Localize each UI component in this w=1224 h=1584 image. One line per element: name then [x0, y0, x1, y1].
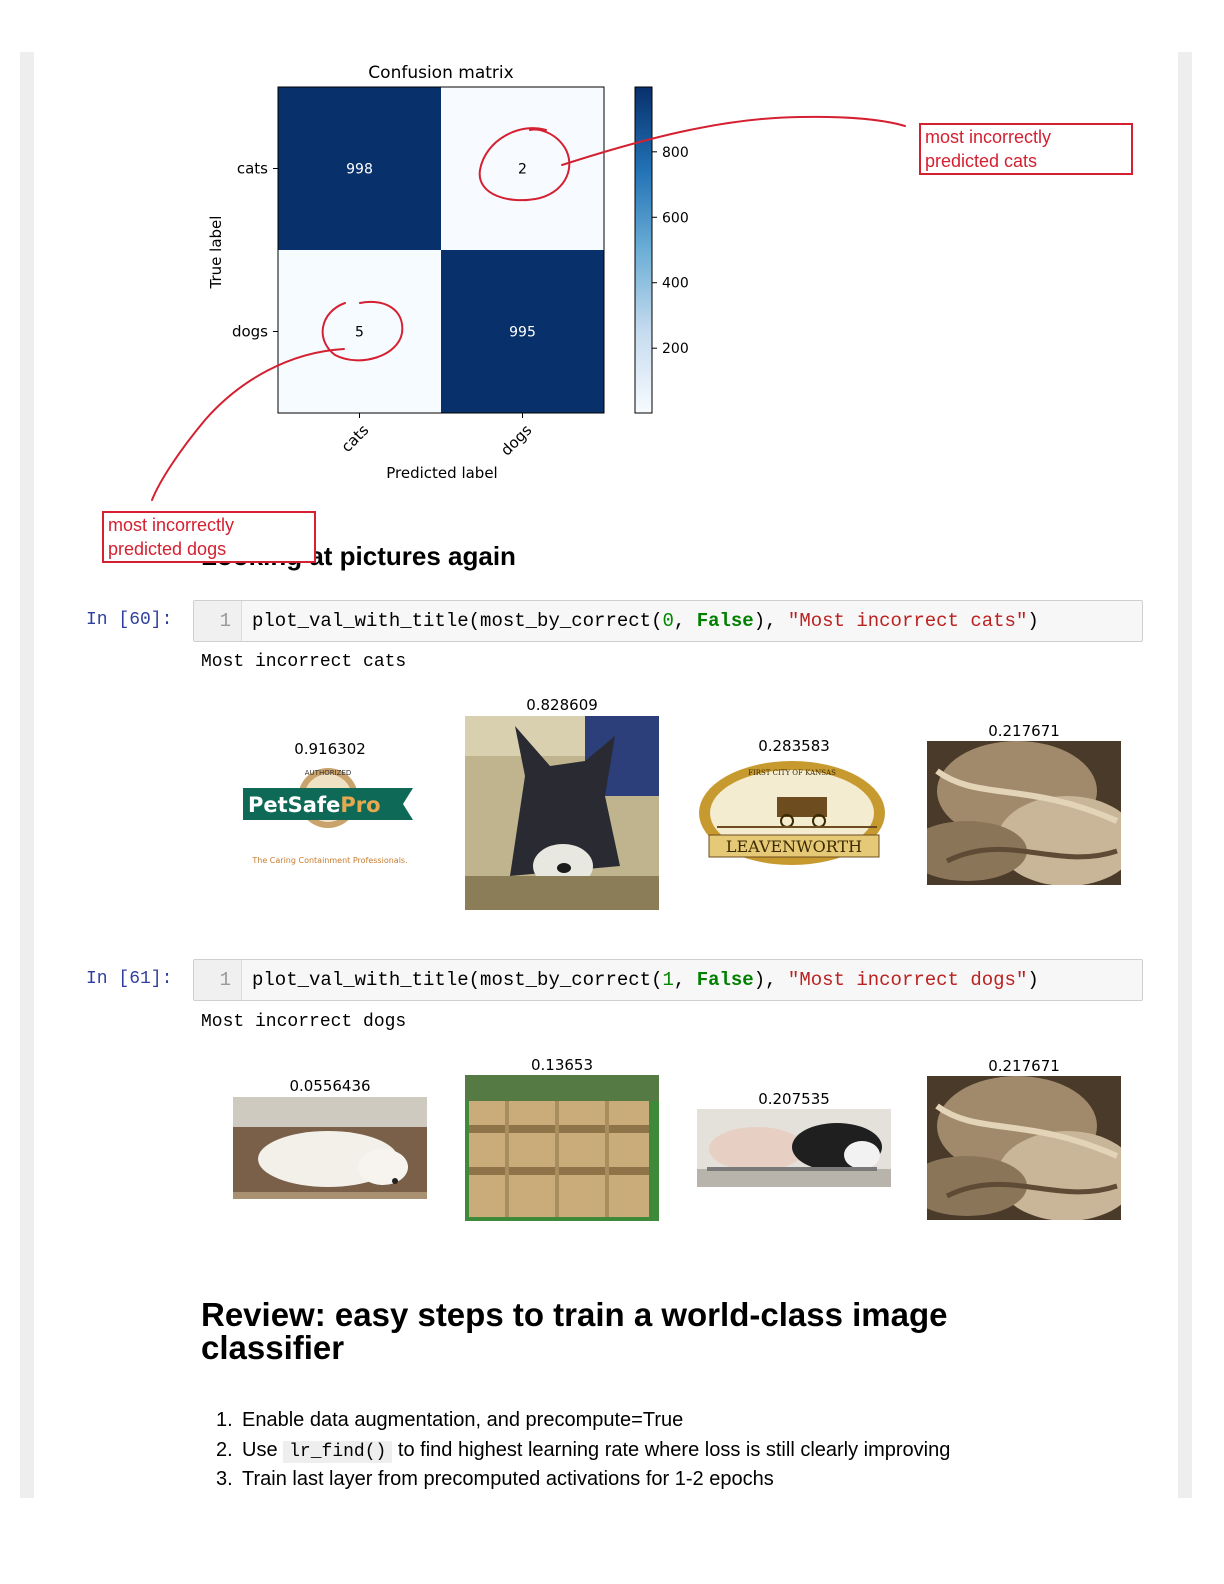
chart-title: Confusion matrix: [368, 63, 513, 83]
line-number: 1: [194, 601, 242, 641]
svg-text:AUTHORIZED: AUTHORIZED: [305, 769, 352, 777]
fur-closeup-photo: [927, 741, 1121, 885]
matrix-cell-value: 2: [518, 162, 527, 178]
colorbar-tick-label: 400: [662, 276, 689, 292]
code-cell-61[interactable]: 1 plot_val_with_title(most_by_correct(1,…: [193, 959, 1143, 1001]
colorbar: [634, 86, 653, 414]
annotation-cats-line-2: predicted cats: [925, 151, 1038, 171]
y-tick-label: cats: [237, 160, 268, 178]
leavenworth-seal-image: FIRST CITY OF KANSAS LEAVENWORTH: [697, 757, 891, 869]
image-score-label: 0.217671: [988, 722, 1060, 740]
code-cell-60[interactable]: 1 plot_val_with_title(most_by_correct(0,…: [193, 600, 1143, 642]
image-score-label: 0.207535: [758, 1090, 830, 1108]
annotation-most-incorrect-dogs: most incorrectly predicted dogs: [102, 511, 316, 563]
colorbar-ticks: 800 600 400 200: [652, 145, 689, 357]
code-line[interactable]: plot_val_with_title(most_by_correct(1, F…: [252, 960, 1039, 1000]
list-item: 1. Enable data augmentation, and precompu…: [216, 1409, 684, 1431]
svg-text:LEAVENWORTH: LEAVENWORTH: [726, 837, 862, 856]
svg-text:PetSafePro: PetSafePro: [248, 793, 381, 817]
kitten-photo: [465, 716, 659, 910]
page-right-margin: [1178, 52, 1192, 1498]
x-tick-label: cats: [338, 421, 373, 456]
colorbar-tick-label: 200: [662, 341, 689, 357]
cell-61-prompt: In [61]:: [86, 969, 173, 989]
line-number: 1: [194, 960, 242, 1000]
x-tick-label: dogs: [497, 421, 535, 459]
list-item: 2. Use lr_find() to find highest learning…: [216, 1438, 951, 1463]
list-item: 3. Train last layer from precomputed acti…: [216, 1468, 774, 1490]
dogs-on-bed-photo: [697, 1109, 891, 1187]
image-score-label: 0.0556436: [289, 1077, 371, 1095]
annotation-cats-line-1: most incorrectly: [925, 127, 1052, 147]
y-axis-label: True label: [207, 216, 225, 290]
review-steps-list: 1. Enable data augmentation, and precompu…: [216, 1406, 950, 1495]
colorbar-tick-label: 800: [662, 145, 689, 161]
cell-61-output: Most incorrect dogs: [201, 1012, 407, 1032]
matrix-cell-value: 995: [509, 325, 536, 341]
white-dog-photo: [233, 1097, 427, 1199]
image-score-label: 0.217671: [988, 1057, 1060, 1075]
cell-60-output: Most incorrect cats: [201, 652, 407, 672]
annotation-most-incorrect-cats: most incorrectly predicted cats: [919, 123, 1133, 175]
x-axis-label: Predicted label: [386, 464, 497, 482]
page-left-margin: [20, 52, 34, 1498]
y-tick-label: dogs: [232, 323, 268, 341]
svg-text:The Caring Containment Profess: The Caring Containment Professionals.: [251, 856, 407, 865]
image-score-label: 0.13653: [530, 1056, 594, 1074]
matrix-cell-value: 998: [346, 162, 373, 178]
confusion-matrix-chart: Confusion matrix 998 2 5 995 cats dogs cats do…: [207, 63, 689, 482]
wooden-fence-photo: [465, 1075, 659, 1221]
image-score-label: 0.828609: [526, 696, 598, 714]
inline-code: lr_find(): [283, 1440, 393, 1463]
annotation-dogs-line-2: predicted dogs: [108, 539, 227, 559]
code-line[interactable]: plot_val_with_title(most_by_correct(0, F…: [252, 601, 1039, 641]
matrix-cells: 998 2 5 995: [277, 86, 605, 414]
petsafe-logo-image: AUTHORIZED PetSafePro The Caring Contain…: [233, 762, 427, 870]
svg-text:FIRST CITY OF KANSAS: FIRST CITY OF KANSAS: [748, 769, 836, 777]
annotation-dogs-line-1: most incorrectly: [108, 515, 235, 535]
matrix-cell-value: 5: [355, 325, 364, 341]
image-score-label: 0.283583: [758, 737, 830, 755]
section-heading-review: Review: easy steps to train a world-clas…: [201, 1296, 948, 1366]
image-score-label: 0.916302: [294, 740, 366, 758]
cell-60-prompt: In [60]:: [86, 610, 173, 630]
fur-closeup-photo: [927, 1076, 1121, 1220]
colorbar-tick-label: 600: [662, 210, 689, 226]
